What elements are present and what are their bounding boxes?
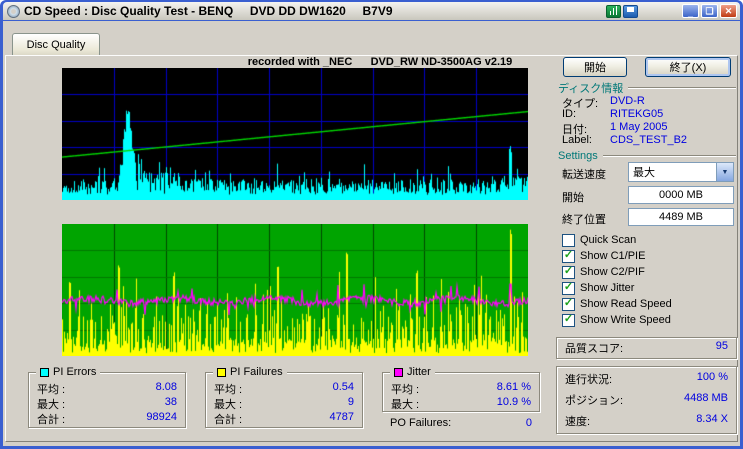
app-window: CD Speed : Disc Quality Test - BENQ DVD … (0, 0, 743, 449)
checkbox-show-c1-pie[interactable]: Show C1/PIE (562, 249, 645, 263)
tab-disc-quality[interactable]: Disc Quality (12, 33, 100, 56)
quality-score-box: 品質スコア: 95 (556, 337, 737, 359)
recorded-with-label: recorded with _NEC DVD_RW ND-3500AG v2.1… (247, 56, 513, 68)
legend-title-text: Jitter (407, 366, 431, 378)
exit-button[interactable]: 終了(X) (645, 57, 731, 77)
transfer-speed-label: 転送速度 (562, 169, 606, 181)
checkbox-quick-scan[interactable]: Quick Scan (562, 233, 636, 247)
pi-failures-legend: PI Failures 平均 :0.54 最大 :9 合計 :4787 (205, 366, 363, 428)
disc-info-header: ディスク情報 (558, 80, 736, 96)
quality-score-row: 品質スコア: 95 (565, 340, 728, 355)
disc-info-row: ID: RITEKG05 (562, 108, 664, 120)
checkbox-box[interactable] (562, 313, 575, 327)
status-row: 進行状況: 100 % (565, 371, 728, 387)
checkbox-show-c2-pif[interactable]: Show C2/PIF (562, 265, 645, 279)
pi-errors-swatch (40, 367, 49, 377)
stat-row: 最大 :10.9 % (391, 396, 531, 411)
legend-title-text: PI Failures (230, 366, 283, 378)
checkbox-box[interactable] (562, 281, 575, 295)
pi-failures-legend-title: PI Failures (213, 366, 287, 378)
legend-title-text: PI Errors (53, 366, 97, 378)
checkbox-show-jitter[interactable]: Show Jitter (562, 281, 634, 295)
stat-row: 最大 :38 (37, 396, 177, 411)
checkbox-box[interactable] (562, 297, 575, 311)
stat-row: 平均 :0.54 (214, 381, 354, 396)
end-position-label: 終了位置 (562, 214, 606, 226)
transfer-speed-select[interactable]: 最大 ▼ (628, 162, 734, 182)
divider (628, 87, 736, 89)
pi-errors-chart (62, 68, 528, 200)
status-row: ポジション: 4488 MB (565, 391, 728, 407)
po-failures-label: PO Failures: (390, 417, 452, 429)
status-row: 速度: 8.34 X (565, 412, 728, 428)
checkbox-box[interactable] (562, 233, 575, 247)
selected-option: 最大 (633, 167, 655, 179)
pi-failures-swatch (217, 367, 226, 377)
checkbox-box[interactable] (562, 249, 575, 263)
divider (602, 155, 736, 157)
status-box: 進行状況: 100 % ポジション: 4488 MB 速度: 8.34 X (556, 366, 737, 434)
checkbox-box[interactable] (562, 265, 575, 279)
stat-row: 合計 :4787 (214, 411, 354, 426)
settings-header: Settings (558, 150, 736, 162)
stat-row: 平均 :8.08 (37, 381, 177, 396)
chevron-down-icon[interactable]: ▼ (716, 163, 733, 181)
pi-errors-legend: PI Errors 平均 :8.08 最大 :38 合計 :98924 (28, 366, 186, 428)
jitter-swatch (394, 367, 403, 377)
checkbox-show-write-speed[interactable]: Show Write Speed (562, 313, 671, 327)
start-button[interactable]: 開始 (563, 57, 627, 77)
po-failures-value: 0 (525, 417, 532, 429)
disc-info-row: Label: CDS_TEST_B2 (562, 134, 688, 146)
quality-score-value: 95 (715, 340, 728, 352)
checkbox-show-read-speed[interactable]: Show Read Speed (562, 297, 672, 311)
stat-row: 合計 :98924 (37, 411, 177, 426)
pi-errors-legend-title: PI Errors (36, 366, 101, 378)
stat-row: 平均 :8.61 % (391, 381, 531, 396)
start-position-label: 開始 (562, 192, 584, 204)
start-position-input[interactable] (628, 186, 734, 204)
pi-failures-jitter-chart (62, 224, 528, 356)
po-failures-row: PO Failures: 0 (390, 417, 532, 429)
jitter-legend: Jitter 平均 :8.61 % 最大 :10.9 % (382, 366, 540, 412)
stat-row: 最大 :9 (214, 396, 354, 411)
end-position-input[interactable] (628, 208, 734, 226)
jitter-legend-title: Jitter (390, 366, 435, 378)
